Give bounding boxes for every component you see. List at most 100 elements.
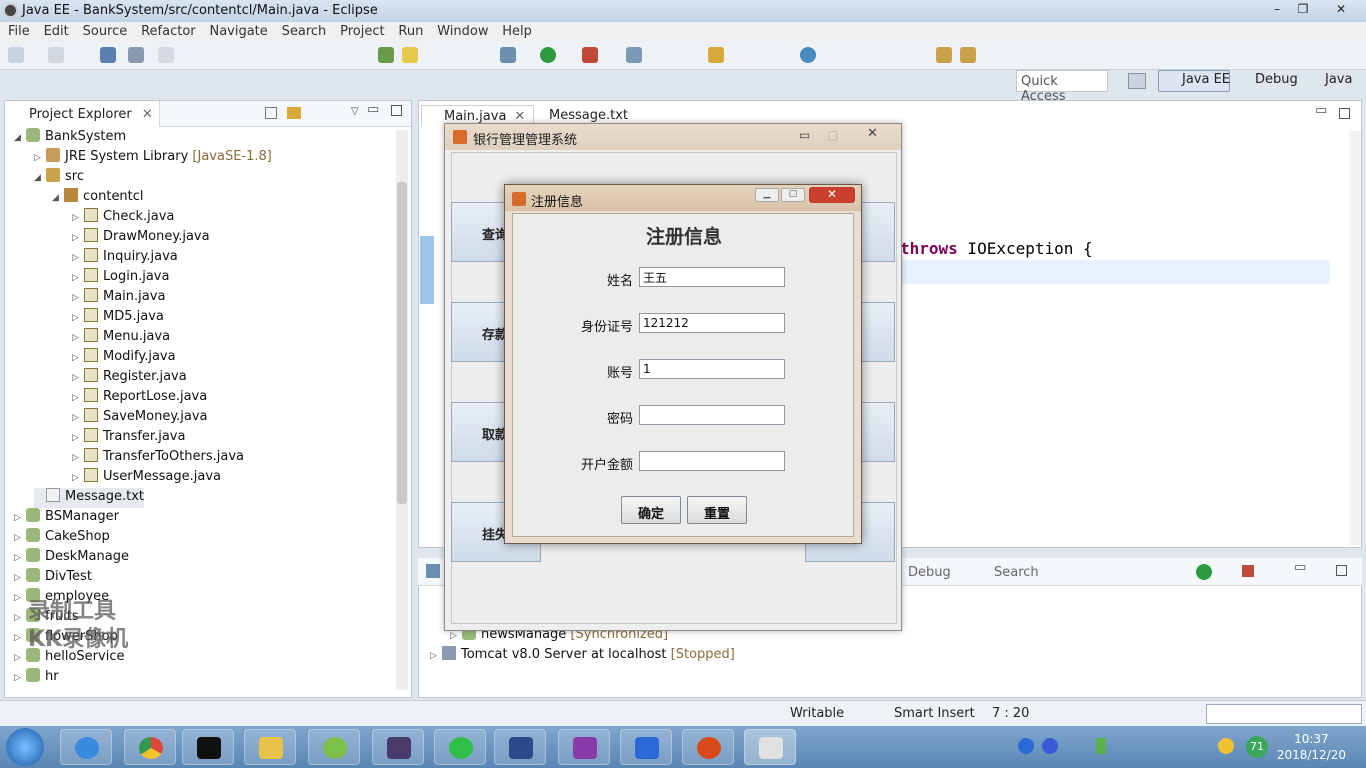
taskbar-app[interactable] xyxy=(620,729,672,765)
taskbar-app[interactable] xyxy=(372,729,424,765)
tray-battery-icon[interactable] xyxy=(1096,738,1106,754)
minimize-panel-icon[interactable]: ▭ xyxy=(1294,560,1306,575)
minimize-button[interactable]: – xyxy=(1266,2,1288,18)
minimize-view-icon[interactable]: ▭ xyxy=(367,102,379,117)
tree-item-java-file[interactable]: ▷ MD5.java xyxy=(72,308,164,328)
menu-help[interactable]: Help xyxy=(502,22,532,41)
save-icon[interactable] xyxy=(48,47,64,63)
menu-run[interactable]: Run xyxy=(398,22,423,41)
tab-search[interactable]: Search xyxy=(994,565,1039,580)
tree-item-java-file[interactable]: ▷ UserMessage.java xyxy=(72,468,221,488)
perspective-java-button[interactable]: Java xyxy=(1325,72,1352,87)
forward-icon[interactable] xyxy=(960,47,976,63)
back-icon[interactable] xyxy=(936,47,952,63)
tree-item-project[interactable]: ▷ hr xyxy=(14,668,59,688)
perspective-debug-button[interactable]: Debug xyxy=(1255,72,1298,87)
tree-item-banksystem[interactable]: ◢ BankSystem xyxy=(14,128,126,148)
menu-navigate[interactable]: Navigate xyxy=(209,22,267,41)
start-button[interactable] xyxy=(6,728,44,766)
password-input[interactable] xyxy=(639,405,785,425)
input-method-bar[interactable] xyxy=(1206,704,1362,724)
console-icon[interactable] xyxy=(100,47,116,63)
editor-scrollbar[interactable] xyxy=(1349,131,1361,545)
tree-item-jre-library[interactable]: ▷ JRE System Library [JavaSE-1.8] xyxy=(34,148,272,168)
taskbar-app[interactable] xyxy=(182,729,234,765)
menu-search[interactable]: Search xyxy=(282,22,327,41)
taskbar-app[interactable] xyxy=(682,729,734,765)
server-row-tomcat[interactable]: ▷ Tomcat v8.0 Server at localhost [Stoppe… xyxy=(430,646,735,666)
tree-item-contentcl[interactable]: ◢ contentcl xyxy=(52,188,144,208)
tree-item-java-file[interactable]: ▷ Modify.java xyxy=(72,348,176,368)
tree-item-java-file[interactable]: ▷ Inquiry.java xyxy=(72,248,178,268)
close-button[interactable]: ✕ xyxy=(1330,2,1352,18)
tree-item-java-file[interactable]: ▷ Menu.java xyxy=(72,328,170,348)
dialog-close-button[interactable]: ✕ xyxy=(809,187,855,203)
tree-item-project[interactable]: ▷ CakeShop xyxy=(14,528,110,548)
tree-item-java-file[interactable]: ▷ Transfer.java xyxy=(72,428,185,448)
collapse-all-icon[interactable] xyxy=(265,107,277,119)
taskbar-app[interactable] xyxy=(558,729,610,765)
menu-edit[interactable]: Edit xyxy=(44,22,69,41)
external-tools-icon[interactable] xyxy=(582,47,598,63)
tree-item-java-file[interactable]: ▷ Check.java xyxy=(72,208,174,228)
new-server-icon[interactable] xyxy=(626,47,642,63)
open-type-icon[interactable] xyxy=(708,47,724,63)
project-explorer-tab[interactable]: Project Explorer ✕ xyxy=(5,101,160,127)
resume-icon[interactable] xyxy=(158,47,174,63)
start-server-icon[interactable] xyxy=(1196,564,1212,580)
tray-app-icon[interactable] xyxy=(1218,738,1234,754)
maximize-editor-icon[interactable] xyxy=(1339,108,1350,119)
taskbar-app[interactable] xyxy=(60,729,112,765)
maximize-view-icon[interactable] xyxy=(391,105,402,116)
taskbar-app-active[interactable] xyxy=(744,729,796,765)
maximize-panel-icon[interactable] xyxy=(1336,565,1347,576)
menu-source[interactable]: Source xyxy=(83,22,128,41)
tree-item-java-file[interactable]: ▷ Login.java xyxy=(72,268,169,288)
link-editor-icon[interactable] xyxy=(287,107,301,119)
skip-breakpoints-icon[interactable] xyxy=(128,47,144,63)
minimize-editor-icon[interactable]: ▭ xyxy=(1315,103,1327,118)
menu-file[interactable]: File xyxy=(8,22,30,41)
opening-amount-input[interactable] xyxy=(639,451,785,471)
debug-icon[interactable] xyxy=(500,47,516,63)
bank-close-button[interactable]: ✕ xyxy=(867,126,878,141)
run-icon[interactable] xyxy=(540,47,556,63)
dialog-maximize-button[interactable]: ▢ xyxy=(781,188,805,202)
tray-qq-icon[interactable] xyxy=(1018,738,1034,754)
menu-refactor[interactable]: Refactor xyxy=(141,22,196,41)
tree-item-java-file[interactable]: ▷ Main.java xyxy=(72,288,165,308)
dialog-minimize-button[interactable]: ▁ xyxy=(755,188,779,202)
close-tab-icon[interactable]: ✕ xyxy=(514,109,525,124)
bank-maximize-button[interactable]: ▢ xyxy=(827,128,838,142)
close-tab-icon[interactable]: ✕ xyxy=(142,107,153,122)
tray-badge[interactable]: 71 xyxy=(1246,736,1268,758)
tree-item-java-file[interactable]: ▷ ReportLose.java xyxy=(72,388,207,408)
system-clock[interactable]: 10:37 2018/12/20 xyxy=(1277,731,1346,763)
stop-server-icon[interactable] xyxy=(1242,565,1254,577)
tab-debug[interactable]: Debug xyxy=(908,565,951,580)
tree-item-message-txt[interactable]: Message.txt xyxy=(34,488,144,508)
globe-icon[interactable] xyxy=(800,47,816,63)
quick-access-input[interactable]: Quick Access xyxy=(1016,70,1108,104)
confirm-button[interactable]: 确定 xyxy=(621,496,681,524)
taskbar-app[interactable] xyxy=(124,729,176,765)
new-icon[interactable] xyxy=(8,47,24,63)
menu-window[interactable]: Window xyxy=(437,22,488,41)
account-input[interactable] xyxy=(639,359,785,379)
taskbar-app[interactable] xyxy=(494,729,546,765)
view-menu-icon[interactable]: ▽ xyxy=(351,106,359,117)
tree-item-project[interactable]: ▷ BSManager xyxy=(14,508,119,528)
tree-item-src[interactable]: ◢ src xyxy=(34,168,84,188)
menu-project[interactable]: Project xyxy=(340,22,384,41)
tree-item-project[interactable]: ▷ DivTest xyxy=(14,568,92,588)
build-icon[interactable] xyxy=(378,47,394,63)
bank-minimize-button[interactable]: ▭ xyxy=(799,128,810,142)
taskbar-app[interactable] xyxy=(434,729,486,765)
id-number-input[interactable] xyxy=(639,313,785,333)
reset-button[interactable]: 重置 xyxy=(687,496,747,524)
tray-help-icon[interactable] xyxy=(1042,738,1058,754)
explorer-scrollbar-thumb[interactable] xyxy=(397,182,407,504)
tree-item-java-file[interactable]: ▷ TransferToOthers.java xyxy=(72,448,244,468)
tree-item-java-file[interactable]: ▷ DrawMoney.java xyxy=(72,228,210,248)
name-input[interactable] xyxy=(639,267,785,287)
